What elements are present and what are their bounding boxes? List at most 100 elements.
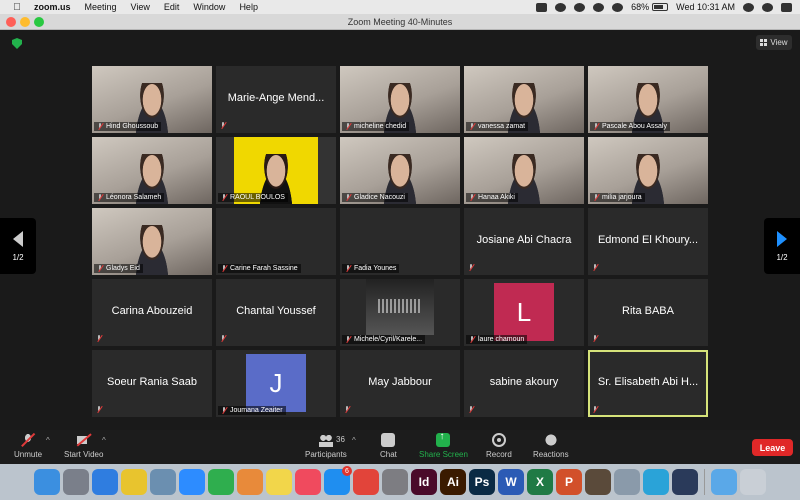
safari-icon[interactable] (92, 469, 118, 495)
zoom-icon[interactable] (179, 469, 205, 495)
window-close-button[interactable] (6, 17, 16, 27)
participant-tile[interactable]: Carina Abouzeid (92, 279, 212, 346)
participant-tile[interactable]: Josiane Abi Chacra (464, 208, 584, 275)
wifi-icon[interactable] (612, 2, 624, 12)
indesign-icon[interactable]: Id (411, 469, 437, 495)
participant-tile[interactable]: Léonora Salameh (92, 137, 212, 204)
word-icon[interactable]: W (498, 469, 524, 495)
quicktime-icon[interactable] (672, 469, 698, 495)
menu-help[interactable]: Help (239, 2, 258, 12)
muted-mic-icon (97, 123, 103, 130)
illustrator-icon[interactable]: Ai (440, 469, 466, 495)
notes-icon[interactable] (266, 469, 292, 495)
powerpoint-icon[interactable]: P (556, 469, 582, 495)
participant-tile[interactable]: Fadia Younes (340, 208, 460, 275)
window-maximize-button[interactable] (34, 17, 44, 27)
participant-caption: Léonora Salameh (94, 193, 165, 202)
participants-caret-icon[interactable]: ^ (352, 436, 356, 445)
menu-view[interactable]: View (131, 2, 150, 12)
participant-tile[interactable]: Hanaa Akiki (464, 137, 584, 204)
chat-label: Chat (380, 450, 397, 459)
participant-tile[interactable]: milia jarjoura (588, 137, 708, 204)
participant-tile[interactable]: Soeur Rania Saab (92, 350, 212, 417)
video-off-icon (76, 433, 91, 447)
unmute-label: Unmute (14, 450, 43, 459)
encryption-shield-icon[interactable] (12, 38, 22, 49)
participant-tile[interactable]: sabine akoury (464, 350, 584, 417)
participant-tile[interactable]: Marie-Ange Mend... (216, 66, 336, 133)
bluetooth-icon[interactable] (593, 2, 605, 12)
muted-mic-icon (468, 264, 474, 271)
anydesk-icon[interactable] (353, 469, 379, 495)
chat-button[interactable]: Chat (380, 433, 397, 459)
system-preferences-icon[interactable] (382, 469, 408, 495)
zoom-tray-icon[interactable] (536, 2, 548, 12)
battery-indicator[interactable]: 68% (631, 2, 669, 12)
participant-tile[interactable]: Gladys Eid (92, 208, 212, 275)
participant-name: Gladys Eid (106, 265, 140, 272)
record-button[interactable]: Record (486, 433, 512, 459)
apple-icon[interactable]:  (10, 2, 24, 13)
finder-icon[interactable] (34, 469, 60, 495)
participant-tile[interactable]: vanessa zamat (464, 66, 584, 133)
participant-tile[interactable]: Pascale Abou Assaly (588, 66, 708, 133)
unmute-button[interactable]: Unmute (14, 433, 42, 459)
control-center-icon[interactable] (781, 2, 792, 12)
participant-tile[interactable]: micheline chedid (340, 66, 460, 133)
participants-label: Participants (305, 450, 347, 459)
menu-window[interactable]: Window (193, 2, 225, 12)
participant-tile[interactable]: Sr. Elisabeth Abi H... (588, 350, 708, 417)
status-tray-icon[interactable] (555, 2, 567, 12)
previous-page-button[interactable]: 1/2 (0, 218, 36, 274)
accessibility-icon[interactable] (643, 469, 669, 495)
photoshop-icon[interactable]: Ps (469, 469, 495, 495)
menubar-clock[interactable]: Wed 10:31 AM (676, 2, 735, 12)
leave-button[interactable]: Leave (752, 439, 793, 456)
spotlight-icon[interactable] (743, 2, 754, 12)
siri-icon[interactable] (762, 2, 773, 12)
participant-caption: Michele/Cyril/Karele... (342, 335, 426, 344)
next-page-button[interactable]: 1/2 (764, 218, 800, 274)
participant-tile[interactable]: Rita BABA (588, 279, 708, 346)
participant-tile[interactable]: Michele/Cyril/Karele... (340, 279, 460, 346)
participant-tile[interactable]: Llaure chamoun (464, 279, 584, 346)
chrome-icon[interactable] (121, 469, 147, 495)
share-screen-button[interactable]: Share Screen (419, 431, 468, 459)
view-button[interactable]: View (756, 35, 792, 50)
excel-icon[interactable]: X (527, 469, 553, 495)
audio-options-caret-icon[interactable]: ^ (46, 436, 50, 445)
participant-tile[interactable]: Chantal Youssef (216, 279, 336, 346)
facetime-icon[interactable] (208, 469, 234, 495)
participant-caption: Hind Ghoussoub (94, 122, 162, 131)
window-minimize-button[interactable] (20, 17, 30, 27)
participant-tile[interactable]: Gladice Nacouzi (340, 137, 460, 204)
sync-tray-icon[interactable] (574, 2, 586, 12)
participants-icon (318, 433, 333, 447)
muted-mic-icon (221, 407, 227, 414)
menu-edit[interactable]: Edit (164, 2, 180, 12)
video-options-caret-icon[interactable]: ^ (102, 436, 106, 445)
participant-tile[interactable]: Carine Farah Sassine (216, 208, 336, 275)
trash-icon[interactable] (740, 469, 766, 495)
launchpad-icon[interactable] (63, 469, 89, 495)
muted-mic-icon (96, 335, 102, 342)
appstore-icon[interactable]: 6 (324, 466, 352, 495)
game-icon[interactable] (585, 469, 611, 495)
music-icon[interactable] (295, 469, 321, 495)
participant-tile[interactable]: RAOUL BOULOS (216, 137, 336, 204)
participant-tile[interactable]: Hind Ghoussoub (92, 66, 212, 133)
reactions-button[interactable]: Reactions (533, 433, 569, 459)
preview-icon[interactable] (150, 469, 176, 495)
share-screen-label: Share Screen (419, 450, 468, 459)
participant-tile[interactable]: May Jabbour (340, 350, 460, 417)
participant-tile[interactable]: Edmond El Khoury... (588, 208, 708, 275)
photos-icon[interactable] (237, 469, 263, 495)
battery-percent: 68% (631, 2, 650, 12)
menu-app-name[interactable]: zoom.us (34, 2, 71, 12)
menu-meeting[interactable]: Meeting (85, 2, 117, 12)
participant-tile[interactable]: J Joumana Zeaiter (216, 350, 336, 417)
participant-caption: Fadia Younes (342, 264, 400, 273)
start-video-button[interactable]: Start Video (64, 433, 103, 459)
image-capture-icon[interactable] (614, 469, 640, 495)
downloads-folder-icon[interactable] (711, 469, 737, 495)
